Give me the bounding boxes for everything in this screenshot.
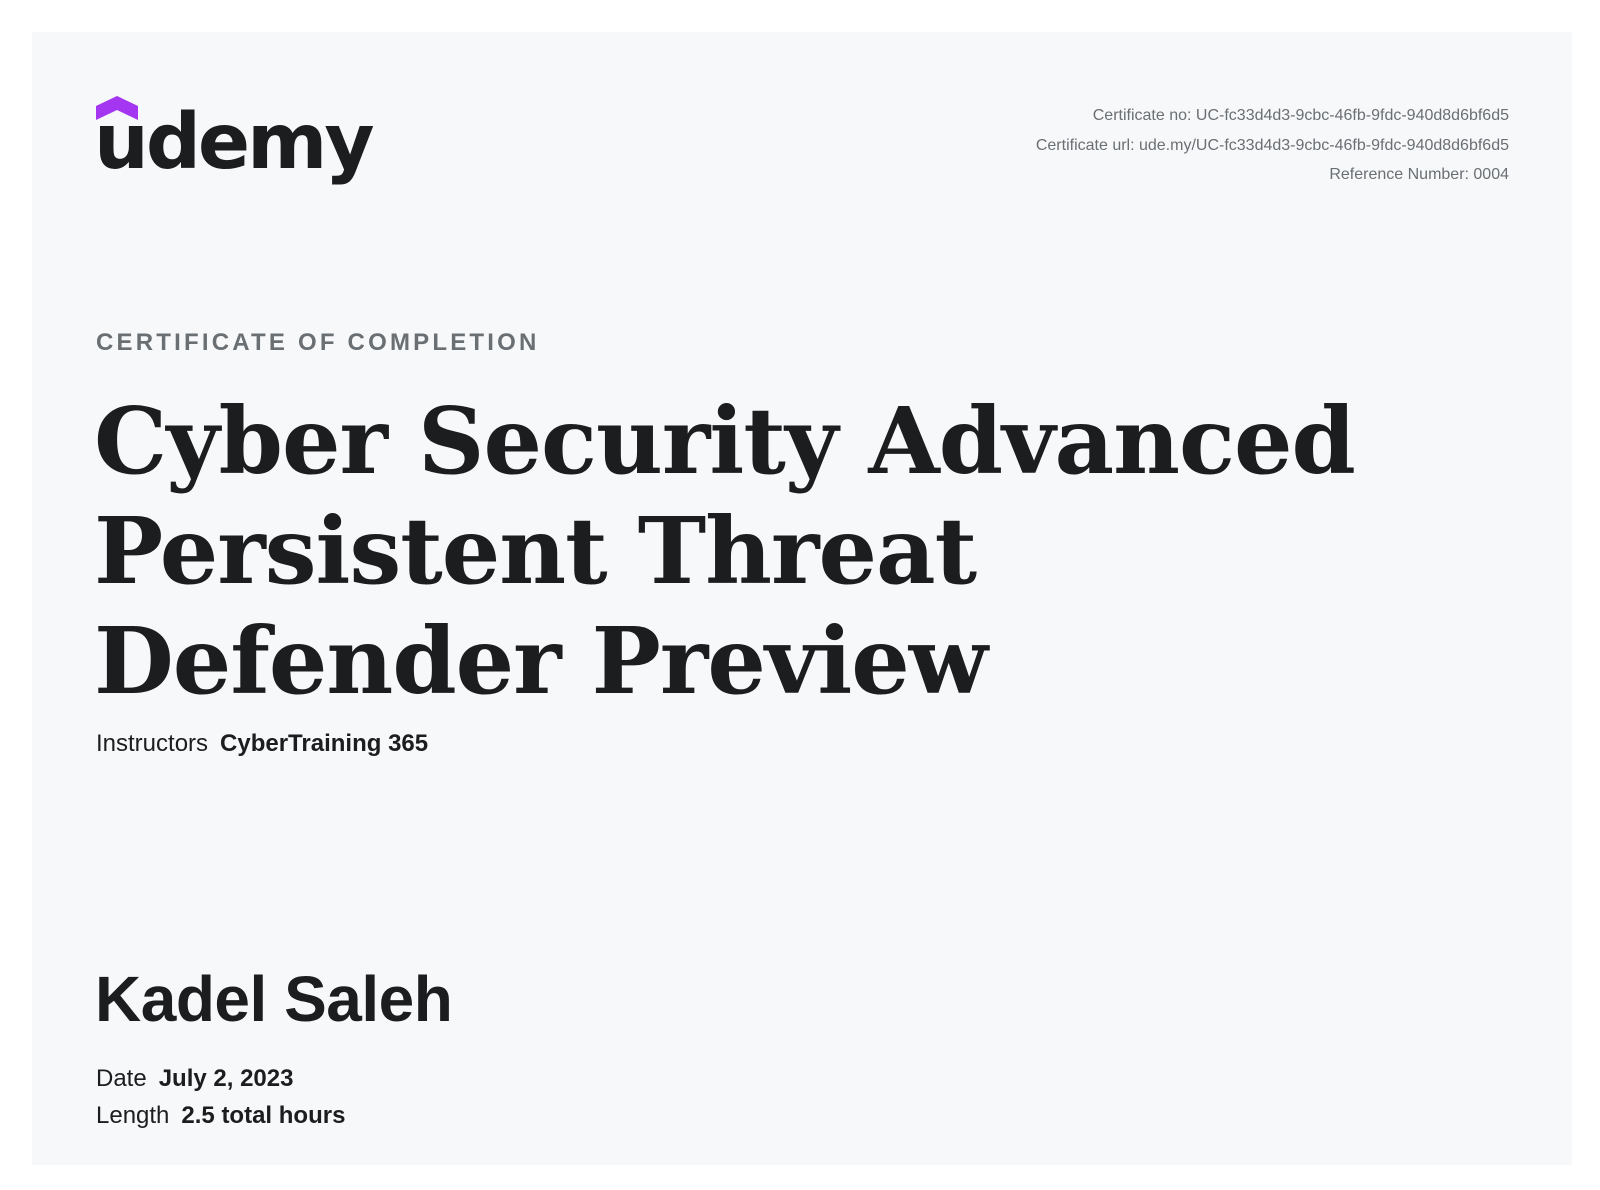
instructors-value: CyberTraining 365 [220,730,429,757]
certificate-card: udemy Certificate no: UC-fc33d4d3-9cbc-4… [32,32,1572,1165]
date-label: Date [96,1065,147,1092]
certificate-details: Date July 2, 2023 Length 2.5 total hours [96,1060,345,1134]
reference-number: Reference Number: 0004 [1329,166,1509,183]
certificate-url: Certificate url: ude.my/UC-fc33d4d3-9cbc… [1035,136,1509,154]
instructors-line: Instructors CyberTraining 365 [96,730,428,758]
certificate-label: CERTIFICATE OF COMPLETION [96,329,540,356]
date-value: July 2, 2023 [158,1065,294,1092]
course-title: Cyber Security Advanced Persistent Threa… [94,387,1356,715]
date-row: Date July 2, 2023 [96,1060,345,1097]
certificate-number: Certificate no: UC-fc33d4d3-9cbc-46fb-9f… [1092,107,1509,124]
recipient-name: Kadel Saleh [95,963,453,1035]
length-row: Length 2.5 total hours [96,1097,345,1134]
instructors-label: Instructors [96,730,209,757]
certificate-meta: Certificate no: UC-fc33d4d3-9cbc-46fb-9f… [1036,101,1509,190]
udemy-logo: udemy [94,96,375,200]
length-value: 2.5 total hours [181,1102,346,1129]
logo-wordmark: udemy [94,98,375,187]
length-label: Length [96,1102,170,1129]
